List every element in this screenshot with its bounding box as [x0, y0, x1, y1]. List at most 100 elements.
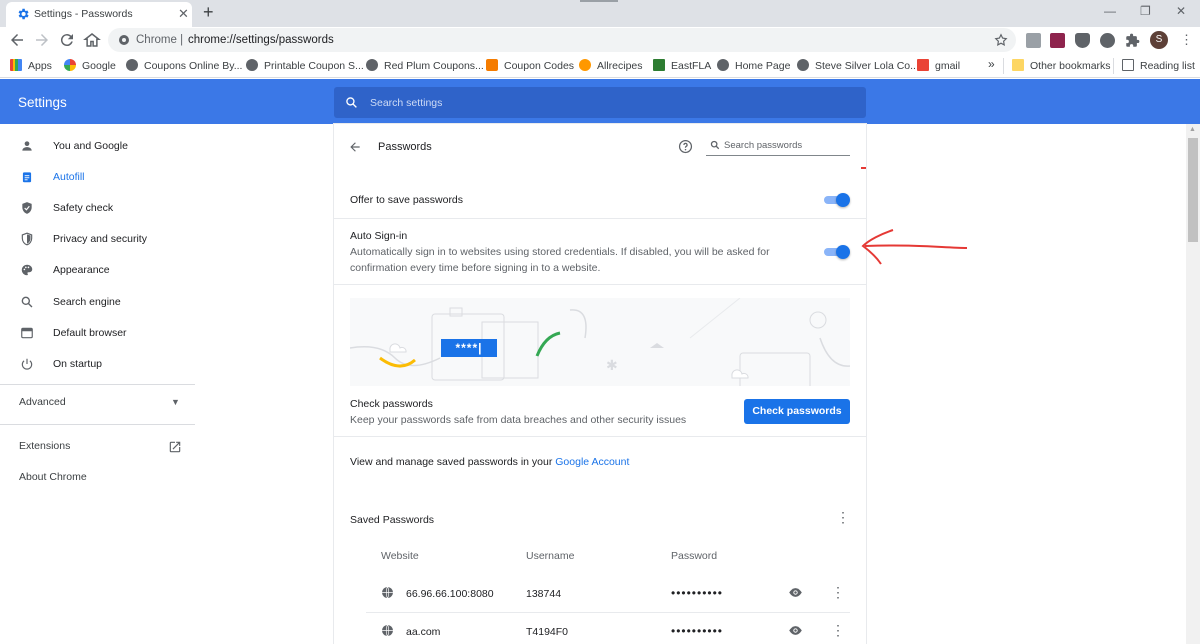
- sidebar-item-label: Safety check: [53, 202, 114, 214]
- row-more-actions-icon[interactable]: ⋮: [831, 622, 845, 639]
- sidebar-item-label: Autofill: [53, 171, 85, 183]
- sidebar-item-privacy[interactable]: Privacy and security: [0, 225, 195, 255]
- check-passwords-button[interactable]: Check passwords: [744, 399, 850, 424]
- illustration-graphic: ✱: [350, 298, 850, 386]
- search-settings-placeholder: Search settings: [370, 97, 443, 109]
- star-icon[interactable]: [994, 33, 1008, 47]
- manage-passwords-text: View and manage saved passwords in your …: [350, 456, 630, 468]
- bookmarks-divider: [1113, 58, 1114, 74]
- person-icon: [22, 141, 32, 151]
- column-header-website: Website: [381, 550, 419, 562]
- home-icon[interactable]: [83, 31, 101, 49]
- restore-icon[interactable]: ❐: [1140, 4, 1151, 18]
- search-icon: [346, 97, 357, 108]
- extension-ublock-icon[interactable]: [1100, 33, 1115, 48]
- sidebar-item-autofill[interactable]: Autofill: [0, 163, 195, 193]
- passwords-card: Passwords Search passwords Offer to save…: [334, 124, 866, 644]
- saved-password-username: T4194F0: [526, 626, 569, 638]
- show-password-eye-icon[interactable]: [788, 586, 803, 599]
- sidebar-item-default-browser[interactable]: Default browser: [0, 319, 195, 349]
- sidebar-extensions-label: Extensions: [19, 440, 71, 452]
- search-settings-input[interactable]: Search settings: [334, 87, 866, 118]
- sidebar-about-chrome[interactable]: About Chrome: [0, 463, 195, 493]
- bookmark-google[interactable]: Google: [64, 59, 116, 72]
- bookmark-apps[interactable]: Apps: [10, 59, 52, 72]
- row-divider: [366, 612, 850, 613]
- sidebar-extensions[interactable]: Extensions: [0, 432, 195, 462]
- extension-tool-icon[interactable]: [1050, 33, 1065, 48]
- extension-shield-icon[interactable]: [1075, 33, 1090, 48]
- saved-password-website: aa.com: [406, 626, 441, 638]
- power-icon: [21, 358, 33, 370]
- back-icon[interactable]: [8, 31, 26, 49]
- sidebar-advanced[interactable]: Advanced ▼: [0, 388, 195, 418]
- back-arrow-icon[interactable]: [348, 140, 362, 154]
- help-icon[interactable]: [678, 139, 693, 154]
- bookmark-home-page[interactable]: Home Page: [717, 59, 790, 72]
- sidebar-item-you-and-google[interactable]: You and Google: [0, 132, 195, 162]
- sidebar-item-appearance[interactable]: Appearance: [0, 256, 195, 286]
- show-password-eye-icon[interactable]: [788, 624, 803, 637]
- sidebar-about-label: About Chrome: [19, 471, 87, 483]
- red-annotation-arrow: [861, 167, 968, 265]
- window-drag-handle: [580, 0, 618, 2]
- sidebar-item-label: Default browser: [53, 327, 127, 339]
- search-icon: [21, 296, 33, 308]
- clipboard-icon: [22, 172, 32, 183]
- sidebar-item-safety-check[interactable]: Safety check: [0, 194, 195, 224]
- saved-passwords-title: Saved Passwords: [350, 514, 435, 526]
- bookmark-red-plum[interactable]: Red Plum Coupons...: [366, 59, 484, 72]
- bookmark-printable-coupon[interactable]: Printable Coupon S...: [246, 59, 364, 72]
- bookmark-coupons-online[interactable]: Coupons Online By...: [126, 59, 242, 72]
- settings-header: Settings Search settings: [0, 79, 1200, 124]
- bookmark-steve-silver[interactable]: Steve Silver Lola Co...: [797, 59, 919, 72]
- sidebar-advanced-label: Advanced: [19, 396, 66, 408]
- globe-icon: [366, 59, 378, 71]
- close-tab-icon[interactable]: ✕: [178, 6, 189, 22]
- extension-pdf-icon[interactable]: [1026, 33, 1041, 48]
- saved-password-website: 66.96.66.100:8080: [406, 588, 494, 600]
- chevron-down-icon: ▼: [171, 397, 180, 407]
- sidebar-item-on-startup[interactable]: On startup: [0, 350, 195, 380]
- extensions-puzzle-icon[interactable]: [1125, 33, 1140, 48]
- profile-avatar[interactable]: S: [1150, 31, 1168, 49]
- row-divider: [334, 284, 866, 285]
- forward-icon[interactable]: [33, 31, 51, 49]
- sidebar-item-label: You and Google: [53, 140, 128, 152]
- globe-icon: [126, 59, 138, 71]
- page-scrollbar[interactable]: ▲: [1186, 124, 1200, 644]
- scroll-up-icon[interactable]: ▲: [1189, 126, 1196, 133]
- bookmarks-overflow-button[interactable]: »: [988, 57, 995, 71]
- new-tab-button[interactable]: +: [203, 2, 214, 23]
- address-bar[interactable]: Chrome | chrome://settings/passwords: [108, 28, 1016, 52]
- shield-icon: [21, 232, 33, 246]
- bookmark-eastfla[interactable]: EastFLA: [653, 59, 711, 72]
- column-header-password: Password: [671, 550, 718, 562]
- bookmarks-bar: Apps Google Coupons Online By... Printab…: [0, 54, 1200, 78]
- gear-icon: [18, 8, 29, 20]
- saved-passwords-menu-icon[interactable]: ⋮: [836, 509, 850, 526]
- tab-settings[interactable]: Settings - Passwords ✕: [6, 2, 192, 27]
- menu-icon[interactable]: ⋮: [1180, 32, 1193, 48]
- chrome-icon: [119, 35, 129, 45]
- google-account-link[interactable]: Google Account: [555, 456, 629, 468]
- bookmark-gmail[interactable]: gmail: [917, 59, 960, 72]
- reload-icon[interactable]: [58, 31, 76, 49]
- row-divider: [334, 436, 866, 437]
- search-passwords-input[interactable]: Search passwords: [706, 136, 850, 156]
- close-window-icon[interactable]: ✕: [1176, 4, 1186, 18]
- bookmark-coupon-codes[interactable]: Coupon Codes: [486, 59, 574, 72]
- sidebar-divider: [0, 384, 195, 385]
- row-more-actions-icon[interactable]: ⋮: [831, 584, 845, 601]
- auto-signin-toggle[interactable]: [824, 245, 850, 259]
- gmail-icon: [917, 59, 929, 71]
- sidebar-item-label: Appearance: [53, 264, 110, 276]
- sidebar-item-label: Search engine: [53, 296, 121, 308]
- sidebar-item-search-engine[interactable]: Search engine: [0, 288, 195, 318]
- bookmark-other[interactable]: Other bookmarks: [1012, 59, 1111, 72]
- reading-list-button[interactable]: Reading list: [1122, 59, 1195, 72]
- offer-to-save-toggle[interactable]: [824, 193, 850, 207]
- minimize-icon[interactable]: —: [1104, 4, 1116, 18]
- bookmark-allrecipes[interactable]: Allrecipes: [579, 59, 643, 72]
- scrollbar-thumb[interactable]: [1188, 138, 1198, 242]
